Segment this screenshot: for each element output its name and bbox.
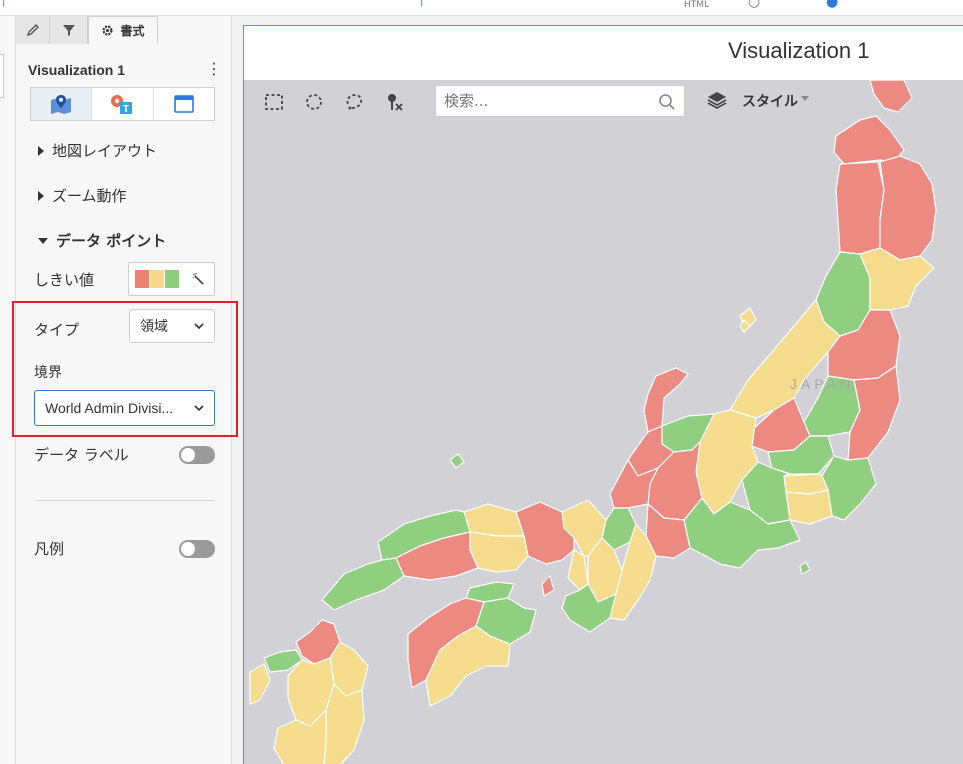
style-menu-label[interactable]: スタイル <box>742 91 798 111</box>
threshold-picker[interactable] <box>128 262 215 296</box>
visualization-title: Visualization 1 <box>28 62 125 78</box>
section-map-layout-label: 地図レイアウト <box>52 142 158 160</box>
data-label-label: データ ラベル <box>34 446 129 464</box>
top-bar: HTML ○ ● | | <box>0 0 963 16</box>
visualization-heading: Visualization 1 <box>728 38 870 63</box>
map-canvas[interactable]: JAPAN 検索... スタイル <box>244 80 963 764</box>
circle-select-tool[interactable] <box>298 86 330 118</box>
boundary-label: 境界 <box>34 365 62 381</box>
section-zoom-behavior[interactable]: ズーム動作 <box>38 185 127 206</box>
rail-handle[interactable] <box>0 54 4 98</box>
threshold-swatch-red <box>135 270 149 288</box>
map-view-button[interactable] <box>31 88 93 120</box>
gear-icon <box>102 25 113 36</box>
expand-arrow-icon <box>38 190 44 201</box>
map-country-label: JAPAN <box>790 376 855 392</box>
edge-mark-icon: | <box>2 0 6 7</box>
more-options-icon[interactable]: ⋮ <box>206 61 222 77</box>
pencil-icon <box>26 24 39 37</box>
region-akita <box>835 161 885 255</box>
section-data-points[interactable]: データ ポイント <box>38 230 166 251</box>
panel-tabs: 書式 <box>16 16 232 44</box>
toggle-knob <box>181 448 195 462</box>
layers-icon[interactable] <box>706 90 728 110</box>
expand-arrow-icon <box>38 145 44 156</box>
type-select-value: 領域 <box>140 319 168 335</box>
html-label: HTML <box>684 0 710 10</box>
toggle-knob <box>181 542 195 556</box>
type-select[interactable]: 領域 <box>129 309 215 343</box>
divider <box>34 500 215 501</box>
japan-map <box>249 80 937 764</box>
region-aomori <box>833 115 905 165</box>
chevron-down-icon <box>194 405 204 412</box>
tab-filter[interactable] <box>50 16 88 44</box>
data-label-toggle[interactable] <box>179 446 215 464</box>
region-island-2 <box>449 453 465 469</box>
region-izu-isle-1 <box>799 561 811 575</box>
region-nagasaki <box>249 663 271 705</box>
pin-icon[interactable]: ● <box>826 0 838 10</box>
status-mark-icon: | <box>420 0 424 7</box>
region-miyazaki <box>323 683 365 764</box>
lasso-select-icon <box>346 94 363 110</box>
threshold-swatch-green <box>165 270 179 288</box>
region-yamaguchi <box>321 557 405 611</box>
svg-text:T: T <box>123 104 129 115</box>
search-input[interactable] <box>444 92 644 110</box>
view-segmented-control: T <box>30 87 215 121</box>
map-search-box[interactable] <box>435 85 685 117</box>
lasso-select-tool[interactable] <box>338 86 370 118</box>
region-okayama <box>469 531 529 573</box>
filter-icon <box>62 25 75 36</box>
tab-format-label: 書式 <box>120 24 145 38</box>
region-awaji <box>541 575 555 597</box>
tab-format[interactable]: 書式 <box>88 16 158 44</box>
map-pin-icon <box>51 95 72 114</box>
format-panel: 書式 Visualization 1 ⋮ T 地図レイアウト ズーム動作 データ… <box>12 16 238 764</box>
section-zoom-behavior-label: ズーム動作 <box>52 187 127 205</box>
threshold-label: しきい値 <box>34 271 95 289</box>
visualization-container: Visualization 1 JAPAN 検索... スタイル <box>243 25 963 764</box>
legend-toggle[interactable] <box>179 540 215 558</box>
search-icon[interactable] <box>658 93 676 111</box>
pin-clear-icon <box>388 94 403 111</box>
region-iwate <box>879 155 937 261</box>
region-tottori <box>463 503 525 537</box>
map-toolbar <box>258 84 410 120</box>
magic-wand-icon[interactable] <box>192 272 206 286</box>
map-text-view-button[interactable]: T <box>92 88 154 120</box>
legend-label: 凡例 <box>34 540 65 558</box>
region-kanagawa <box>785 489 833 525</box>
circle-select-icon <box>306 94 322 110</box>
circle-icon[interactable]: ○ <box>748 0 760 10</box>
clear-pins-tool[interactable] <box>378 86 410 118</box>
boundary-select[interactable]: World Admin Divisi... <box>34 390 215 426</box>
rect-select-tool[interactable] <box>258 86 290 118</box>
boundary-select-value: World Admin Divisi... <box>45 400 174 416</box>
chevron-down-icon[interactable] <box>800 95 810 103</box>
collapse-arrow-icon <box>38 237 48 244</box>
region-hokkaido <box>869 80 913 113</box>
chevron-down-icon <box>194 323 204 330</box>
card-view-button[interactable] <box>154 88 214 120</box>
section-map-layout[interactable]: 地図レイアウト <box>38 140 157 161</box>
map-text-icon: T <box>111 95 133 115</box>
section-data-points-label: データ ポイント <box>56 232 167 250</box>
threshold-swatch-yellow <box>150 270 164 288</box>
tab-edit[interactable] <box>16 16 50 44</box>
rectangle-select-icon <box>265 94 283 110</box>
type-label: タイプ <box>34 321 80 339</box>
app-root: HTML ○ ● | | 書式 Visualization 1 ⋮ T 地図レイ… <box>0 0 963 764</box>
card-icon <box>174 95 194 113</box>
